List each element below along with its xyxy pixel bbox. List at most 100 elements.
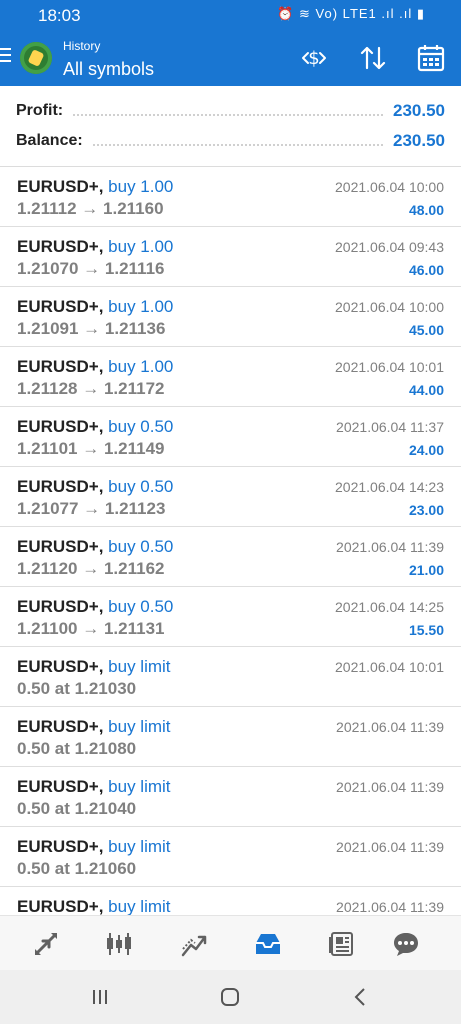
sort-button[interactable] <box>356 42 390 74</box>
list-item[interactable]: EURUSD+, buy limit 0.50 at 1.21080 2021.06… <box>0 707 461 767</box>
deal-side: buy 0.50 <box>108 477 174 496</box>
deal-symbol: EURUSD+, <box>17 657 104 676</box>
list-item[interactable]: EURUSD+, buy 1.00 1.21070 → 1.21116 2021.0… <box>0 227 461 287</box>
profit-value: 230.50 <box>393 101 445 120</box>
deal-time: 2021.06.04 11:39 <box>336 899 444 915</box>
list-item[interactable]: EURUSD+, buy limit 0.50 at 1.21040 2021.06… <box>0 767 461 827</box>
deal-title: EURUSD+, buy limit <box>17 657 171 677</box>
quotes-icon <box>35 933 57 955</box>
deal-time: 2021.06.04 10:00 <box>335 299 444 315</box>
deal-side: buy 0.50 <box>108 417 174 436</box>
deal-title: EURUSD+, buy limit <box>17 777 171 797</box>
deal-symbol: EURUSD+, <box>17 237 104 256</box>
deal-title: EURUSD+, buy 1.00 <box>17 177 173 197</box>
deal-title: EURUSD+, buy limit <box>17 837 171 857</box>
tab-history[interactable] <box>248 926 288 962</box>
deal-prices: 0.50 at 1.21040 <box>17 799 137 818</box>
deal-time: 2021.06.04 11:39 <box>336 719 444 735</box>
recents-icon <box>93 990 107 1004</box>
deal-side: buy 1.00 <box>108 297 174 316</box>
deal-time: 2021.06.04 11:39 <box>336 779 444 795</box>
tab-chart[interactable] <box>99 926 139 962</box>
profit-row: Profit: 230.50 <box>16 96 445 126</box>
period-button[interactable] <box>414 42 448 74</box>
app-logo[interactable] <box>20 42 52 74</box>
menu-icon[interactable] <box>0 48 11 66</box>
tab-quotes[interactable] <box>26 926 66 962</box>
list-item[interactable]: EURUSD+, buy 1.00 1.21112 → 1.21160 2021.0… <box>0 167 461 227</box>
page-subtitle: History <box>63 39 101 53</box>
deal-symbol: EURUSD+, <box>17 417 104 436</box>
deal-title: EURUSD+, buy limit <box>17 717 171 737</box>
deal-symbol: EURUSD+, <box>17 537 104 556</box>
deal-prices: 1.21120 → 1.21162 <box>17 559 165 578</box>
deal-time: 2021.06.04 10:00 <box>335 179 444 195</box>
deal-title: EURUSD+, buy 0.50 <box>17 597 173 617</box>
deal-title: EURUSD+, buy 1.00 <box>17 297 173 317</box>
balance-row: Balance: 230.50 <box>16 126 445 156</box>
deal-profit: 24.00 <box>408 442 444 458</box>
deal-prices: 1.21091 → 1.21136 <box>17 319 166 338</box>
page-title[interactable]: All symbols <box>63 59 154 80</box>
profit-label: Profit: <box>16 102 64 119</box>
news-icon <box>329 932 353 956</box>
home-button[interactable] <box>210 984 250 1010</box>
back-icon <box>354 988 365 1006</box>
deal-prices: 1.21128 → 1.21172 <box>17 379 165 398</box>
deal-side: buy limit <box>108 717 171 736</box>
deal-time: 2021.06.04 11:37 <box>336 419 444 435</box>
list-item[interactable]: EURUSD+, buy 1.00 1.21091 → 1.21136 2021.0… <box>0 287 461 347</box>
list-item[interactable]: EURUSD+, buy limit 2021.06.04 11:39 <box>0 887 461 915</box>
deal-profit: 21.00 <box>408 562 444 578</box>
home-icon <box>221 988 239 1006</box>
status-time: 18:03 <box>38 6 81 25</box>
deal-prices: 0.50 at 1.21030 <box>17 679 137 698</box>
trade-icon <box>181 935 207 957</box>
deal-prices: 0.50 at 1.21060 <box>17 859 137 878</box>
list-item[interactable]: EURUSD+, buy 0.50 1.21101 → 1.21149 2021.0… <box>0 407 461 467</box>
deal-time: 2021.06.04 11:39 <box>336 839 444 855</box>
deal-prices: 1.21077 → 1.21123 <box>17 499 166 518</box>
deal-side: buy limit <box>108 897 171 915</box>
app-bar: History All symbols $ <box>0 30 461 86</box>
dotted-leader <box>92 144 383 146</box>
dotted-leader <box>73 114 383 116</box>
messages-icon <box>394 933 418 956</box>
list-item[interactable]: EURUSD+, buy 0.50 1.21077 → 1.21123 2021.0… <box>0 467 461 527</box>
deposit-withdraw-button[interactable]: $ <box>297 42 331 74</box>
list-item[interactable]: EURUSD+, buy limit 0.50 at 1.21060 2021.06… <box>0 827 461 887</box>
deal-time: 2021.06.04 14:23 <box>335 479 444 495</box>
deal-title: EURUSD+, buy 1.00 <box>17 357 173 377</box>
deal-side: buy limit <box>108 657 171 676</box>
list-item[interactable]: EURUSD+, buy 0.50 1.21100 → 1.21131 2021.0… <box>0 587 461 647</box>
deal-profit: 48.00 <box>408 202 444 218</box>
tab-messages[interactable] <box>386 926 426 962</box>
tab-news[interactable] <box>322 926 362 962</box>
list-item[interactable]: EURUSD+, buy limit 0.50 at 1.21030 2021.06… <box>0 647 461 707</box>
deal-prices: 0.50 at 1.21080 <box>17 739 137 758</box>
list-item[interactable]: EURUSD+, buy 0.50 1.21120 → 1.21162 2021.0… <box>0 527 461 587</box>
history-icon <box>256 934 280 954</box>
deal-side: buy 1.00 <box>108 177 174 196</box>
tab-trade[interactable] <box>174 926 214 962</box>
deal-symbol: EURUSD+, <box>17 717 104 736</box>
deal-symbol: EURUSD+, <box>17 357 104 376</box>
deal-prices: 1.21100 → 1.21131 <box>17 619 165 638</box>
deal-time: 2021.06.04 14:25 <box>335 599 444 615</box>
sort-icon <box>360 46 386 70</box>
deal-title: EURUSD+, buy 1.00 <box>17 237 173 257</box>
history-list[interactable]: EURUSD+, buy 1.00 1.21112 → 1.21160 2021.0… <box>0 167 461 915</box>
deal-symbol: EURUSD+, <box>17 297 104 316</box>
deal-side: buy 1.00 <box>108 237 174 256</box>
deal-prices: 1.21101 → 1.21149 <box>17 439 165 458</box>
deal-time: 2021.06.04 09:43 <box>335 239 444 255</box>
deal-side: buy limit <box>108 837 171 856</box>
status-icons: ⏰ ≋ Vo) LTE1 .ıl .ıl ▮ <box>277 6 425 21</box>
balance-value: 230.50 <box>393 131 445 150</box>
bottom-tab-bar <box>0 915 461 971</box>
deal-symbol: EURUSD+, <box>17 177 104 196</box>
deal-symbol: EURUSD+, <box>17 597 104 616</box>
back-button[interactable] <box>340 984 380 1010</box>
list-item[interactable]: EURUSD+, buy 1.00 1.21128 → 1.21172 2021.0… <box>0 347 461 407</box>
recents-button[interactable] <box>80 984 120 1010</box>
